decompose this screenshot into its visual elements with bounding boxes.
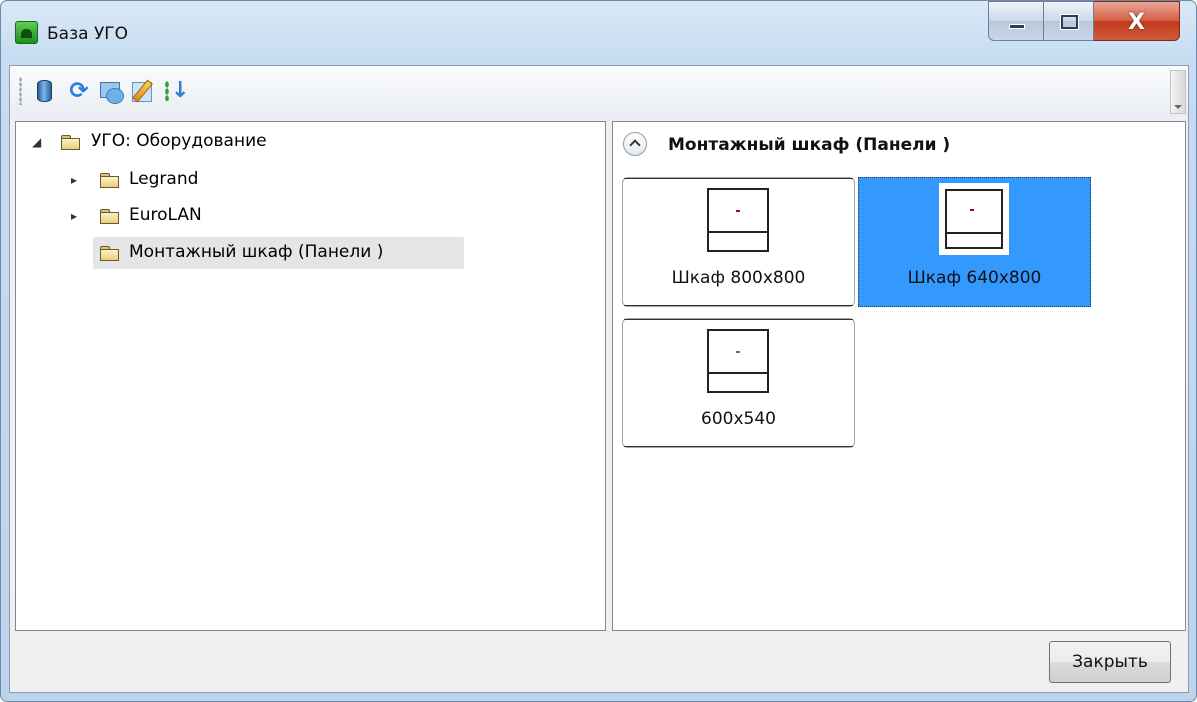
gallery-item-label: Шкаф 800x800 — [671, 268, 806, 288]
cabinet-thumbnail-icon — [939, 183, 1009, 255]
folder-icon — [100, 209, 119, 224]
edit-icon[interactable] — [130, 78, 156, 104]
app-icon — [15, 21, 38, 44]
gallery-item[interactable]: 600x540 — [622, 318, 855, 448]
close-window-button[interactable]: X — [1094, 1, 1180, 41]
tree-node-label: EuroLAN — [129, 205, 202, 225]
window: База УГО X ⟳ ↓ ◢ УГО: Оборудование ▸ Leg… — [0, 0, 1197, 702]
cabinet-thumbnail-icon — [707, 188, 769, 252]
collapsed-arrow-icon[interactable]: ▸ — [71, 174, 81, 186]
tree-node-cabinet[interactable]: Монтажный шкаф (Панели ) — [93, 237, 464, 269]
database-icon[interactable] — [32, 78, 58, 104]
maximize-icon — [1060, 14, 1079, 30]
client-area: ⟳ ↓ ◢ УГО: Оборудование ▸ Legrand ▸ Euro… — [9, 65, 1189, 693]
folder-icon — [100, 246, 119, 261]
close-icon: X — [1128, 10, 1145, 35]
tree-node-label: Legrand — [129, 169, 199, 189]
gallery-item[interactable]: Шкаф 800x800 — [622, 177, 855, 307]
toolbar-grip[interactable] — [19, 77, 22, 105]
sync-icon[interactable] — [98, 78, 124, 104]
gallery-item-label: 600x540 — [701, 409, 776, 429]
minimize-icon — [1009, 24, 1025, 29]
folder-icon — [100, 173, 119, 188]
tree-node-root[interactable]: ◢ УГО: Оборудование — [16, 128, 605, 156]
toolbar: ⟳ ↓ — [10, 66, 1188, 118]
folder-icon — [61, 135, 80, 150]
collapse-group-icon[interactable] — [623, 132, 647, 156]
toolbar-overflow-button[interactable] — [1170, 70, 1186, 114]
tree-node-label: УГО: Оборудование — [91, 131, 267, 151]
tree-node-legrand[interactable]: ▸ Legrand — [16, 166, 605, 194]
refresh-icon[interactable]: ⟳ — [66, 78, 92, 104]
group-title: Монтажный шкаф (Панели ) — [668, 135, 951, 155]
symbol-gallery[interactable]: Монтажный шкаф (Панели ) Шкаф 800x800 Шк… — [612, 121, 1186, 631]
minimize-button[interactable] — [988, 1, 1044, 41]
close-button[interactable]: Закрыть — [1049, 641, 1171, 683]
maximize-button[interactable] — [1044, 1, 1094, 41]
window-title: База УГО — [47, 24, 129, 44]
tree-node-label: Монтажный шкаф (Панели ) — [129, 242, 384, 262]
gallery-item-selected[interactable]: Шкаф 640x800 — [858, 177, 1091, 307]
title-bar[interactable]: База УГО X — [1, 1, 1196, 63]
collapsed-arrow-icon[interactable]: ▸ — [71, 210, 81, 222]
sort-icon[interactable]: ↓ — [162, 78, 189, 104]
window-controls: X — [988, 1, 1180, 41]
gallery-item-label: Шкаф 640x800 — [907, 268, 1042, 288]
tree-view[interactable]: ◢ УГО: Оборудование ▸ Legrand ▸ EuroLAN … — [15, 121, 606, 631]
cabinet-thumbnail-icon — [707, 329, 769, 393]
expanded-arrow-icon[interactable]: ◢ — [32, 136, 42, 148]
tree-node-eurolan[interactable]: ▸ EuroLAN — [16, 202, 605, 230]
